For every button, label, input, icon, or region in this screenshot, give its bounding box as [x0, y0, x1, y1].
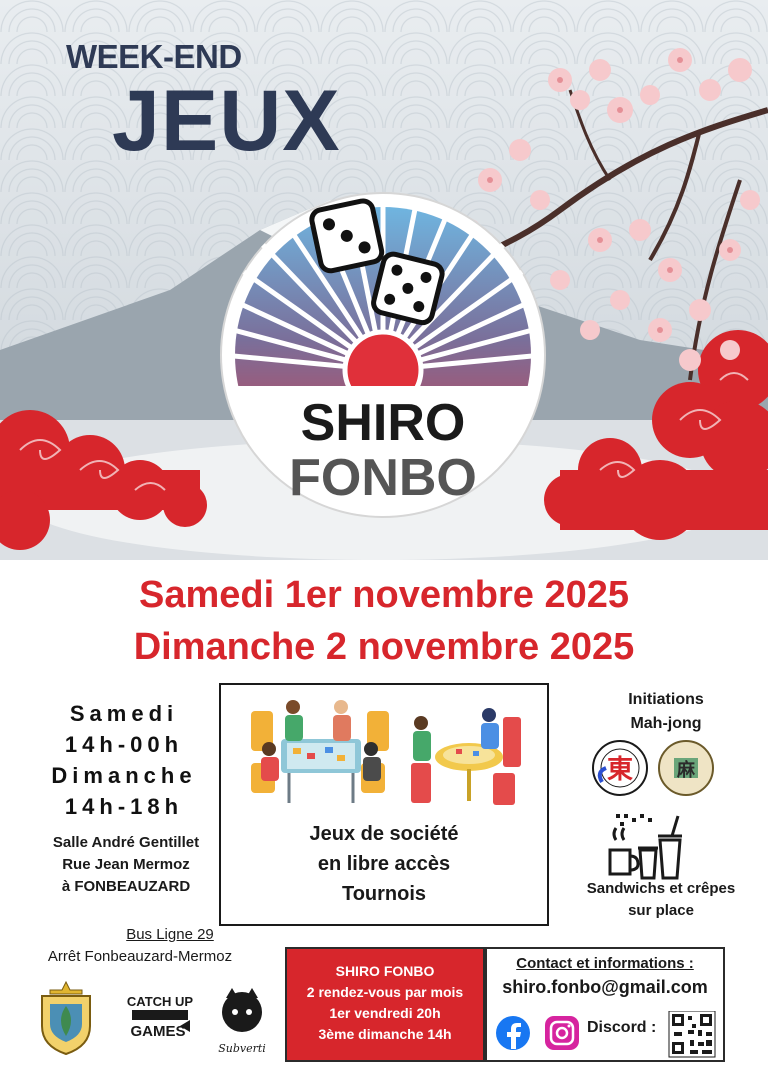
schedule: Samedi 14h-00h Dimanche 14h-18h: [30, 698, 218, 822]
club-line-2: 1er vendredi 20h: [329, 1005, 441, 1021]
club-line-1: 2 rendez-vous par mois: [306, 984, 464, 1000]
contact-email[interactable]: shiro.fonbo@gmail.com: [487, 977, 723, 998]
date-sunday: Dimanche 2 novembre 2025: [133, 626, 635, 668]
coffee-drinks-icon: [608, 814, 682, 880]
schedule-hours-2: 14h-18h: [64, 794, 184, 819]
initiations-line-1: Initiations: [628, 691, 704, 708]
svg-text:麻: 麻: [676, 759, 696, 781]
schedule-hours-1: 14h-00h: [64, 732, 184, 757]
activities-box: Jeux de société en libre accès Tournois: [219, 683, 549, 926]
mahjong-club-logos: 東 麻: [592, 740, 714, 796]
headline-weekend: WEEK-END: [66, 38, 242, 75]
club-name: SHIRO FONBO: [335, 963, 435, 979]
logo-text-shiro: SHIRO: [301, 394, 466, 452]
club-schedule-box: SHIRO FONBO 2 rendez-vous par mois 1er v…: [285, 947, 485, 1062]
shiro-fonbo-logo: SHIRO FONBO: [218, 190, 548, 530]
bus-info: Bus Ligne 29 Arrêt Fonbeauzard-Mermoz: [20, 924, 260, 968]
instagram-icon[interactable]: [545, 1016, 579, 1050]
venue-line-3: à FONBEAUZARD: [61, 878, 191, 895]
svg-text:GAMES: GAMES: [130, 1023, 185, 1040]
mahjong-club-2-logo: 麻: [658, 740, 714, 796]
bus-stop: Arrêt Fonbeauzard-Mermoz: [47, 948, 233, 965]
activities-line-1: Jeux de société: [309, 823, 459, 845]
svg-text:CATCH UP: CATCH UP: [127, 994, 194, 1009]
svg-text:Subverti: Subverti: [218, 1042, 266, 1055]
board-game-players-illustration: [251, 700, 521, 805]
food-line-2: sur place: [628, 902, 694, 919]
logo-text-fonbo: FONBO: [289, 449, 477, 507]
sponsor-logos: CATCH UP GAMES Subverti: [41, 980, 266, 1056]
facebook-icon[interactable]: [496, 1016, 530, 1050]
mahjong-club-1-logo: 東: [592, 740, 648, 796]
date-saturday: Samedi 1er novembre 2025: [138, 574, 630, 616]
food-line-1: Sandwichs et crêpes: [586, 880, 736, 897]
initiations-mahjong: Initiations Mah-jong: [566, 688, 766, 736]
activities-line-3: Tournois: [341, 883, 427, 905]
schedule-day-2: Dimanche: [51, 763, 197, 788]
activities-line-2: en libre accès: [317, 853, 451, 875]
activities-text: Jeux de société en libre accès Tournois: [221, 819, 547, 909]
fonbeauzard-coat-of-arms-icon: [41, 980, 91, 1056]
schedule-day-1: Samedi: [69, 701, 179, 726]
discord-label: Discord :: [587, 1019, 657, 1036]
subverti-logo: Subverti: [218, 988, 266, 1055]
hero-banner: WEEK-END JEUX SHIRO FONBO: [0, 0, 768, 560]
discord-qr-code-icon[interactable]: [668, 1011, 716, 1058]
food-info: Sandwichs et crêpes sur place: [556, 878, 766, 922]
catch-up-games-logo: CATCH UP GAMES: [127, 994, 194, 1040]
venue-line-2: Rue Jean Mermoz: [62, 856, 190, 873]
contact-title: Contact et informations :: [516, 955, 694, 972]
initiations-line-2: Mah-jong: [630, 715, 702, 732]
club-line-3: 3ème dimanche 14h: [318, 1026, 452, 1042]
svg-text:東: 東: [607, 755, 633, 785]
venue-line-1: Salle André Gentillet: [52, 834, 200, 851]
bus-line: Bus Ligne 29: [126, 926, 214, 943]
venue-address: Salle André Gentillet Rue Jean Mermoz à …: [20, 832, 232, 898]
contact-box: Contact et informations : shiro.fonbo@gm…: [485, 947, 725, 1062]
headline-jeux: JEUX: [112, 73, 341, 169]
